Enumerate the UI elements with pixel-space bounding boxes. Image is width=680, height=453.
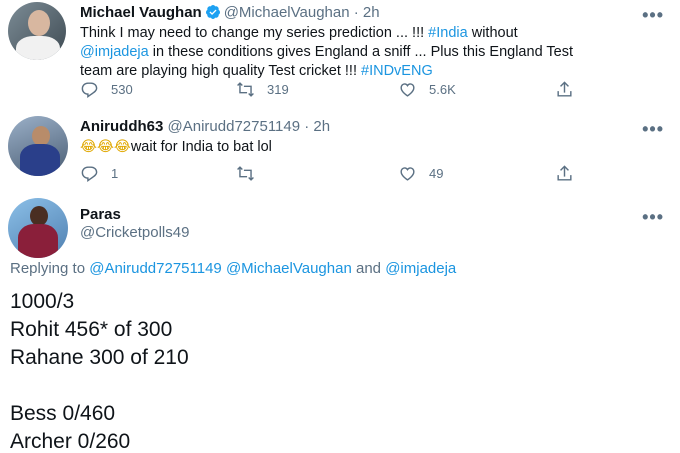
like-button[interactable]: 49 [398,164,443,183]
author-handle[interactable]: @Cricketpolls49 [80,224,189,241]
replying-and: and [351,260,386,277]
author-handle-line: @Cricketpolls49 [80,224,189,241]
reply-button[interactable]: 1 [80,164,118,183]
tweet-text: Think I may need to change my series pre… [80,24,660,81]
author-handle[interactable]: @MichaelVaughan [224,4,350,21]
tweet-actions: 530 319 5.6K [80,80,590,102]
hashtag-india[interactable]: #India [428,25,468,41]
replying-mentions[interactable]: @Anirudd72751149 @MichaelVaughan [89,260,352,277]
text-segment: wait for India to bat lol [130,139,272,155]
like-button[interactable]: 5.6K [398,80,456,99]
tweet-header: Paras [80,206,121,223]
retweet-count: 319 [267,82,289,97]
tweet-michael-vaughan[interactable]: Michael Vaughan @MichaelVaughan · 2h ••• … [0,0,680,112]
text-segment: in these conditions gives England a snif… [148,44,573,60]
reply-icon [81,166,98,183]
tweet-time[interactable]: · 2h [304,118,330,135]
like-count: 5.6K [429,82,456,97]
author-name[interactable]: Michael Vaughan [80,4,202,21]
emoji-text: 😂😂😂 [80,139,131,155]
tweet-header: Michael Vaughan @MichaelVaughan · 2h [80,4,380,24]
avatar-aniruddh63[interactable] [8,116,68,176]
reply-button[interactable]: 530 [80,80,133,99]
author-name[interactable]: Aniruddh63 [80,118,163,135]
like-count: 49 [429,166,444,181]
like-icon [400,83,415,97]
share-icon [557,165,572,181]
share-icon [557,81,572,97]
author-name[interactable]: Paras [80,206,121,223]
share-button[interactable] [555,164,574,183]
replying-to: Replying to @Anirudd72751149 @MichaelVau… [10,260,456,277]
reply-icon [81,82,98,99]
retweet-button[interactable] [236,164,267,183]
hashtag-indveng[interactable]: #INDvENG [361,63,433,79]
reply-count: 1 [111,166,119,181]
text-line: Archer 0/260 [10,430,131,453]
more-icon[interactable]: ••• [642,120,664,138]
retweet-icon [237,166,254,181]
share-button[interactable] [555,80,574,99]
text-segment: team are playing high quality Test crick… [80,63,362,79]
verified-icon [205,4,221,24]
avatar-michael-vaughan[interactable] [8,2,66,60]
text-line: Rahane 300 of 210 [10,346,189,369]
tweet-actions: 1 49 [80,164,590,186]
text-line: Bess 0/460 [10,402,116,425]
text-segment: Think I may need to change my series pre… [80,25,429,41]
tweet-text: 1000/3 Rohit 456* of 300 Rahane 300 of 2… [10,288,189,453]
more-icon[interactable]: ••• [642,6,664,24]
text-line: Rohit 456* of 300 [10,318,173,341]
author-handle[interactable]: @Anirudd72751149 [168,118,301,135]
like-icon [400,167,415,181]
tweet-paras[interactable]: Paras @Cricketpolls49 ••• Replying to @A… [0,196,680,453]
retweet-button[interactable]: 319 [236,80,289,99]
tweet-header: Aniruddh63 @Anirudd72751149 · 2h [80,118,330,135]
mention-imjadeja[interactable]: @imjadeja [80,44,149,60]
text-segment: without [467,25,518,41]
text-line: 1000/3 [10,290,75,313]
tweet-time[interactable]: · 2h [354,4,380,21]
tweet-text: 😂😂😂wait for India to bat lol [80,138,272,157]
more-icon[interactable]: ••• [642,208,664,226]
tweet-aniruddh63[interactable]: Aniruddh63 @Anirudd72751149 · 2h ••• 😂😂😂… [0,112,680,196]
replying-mention-imjadeja[interactable]: @imjadeja [385,260,456,277]
replying-prefix: Replying to [10,260,90,277]
retweet-icon [237,82,254,97]
reply-count: 530 [111,82,133,97]
avatar-paras[interactable] [8,198,68,258]
